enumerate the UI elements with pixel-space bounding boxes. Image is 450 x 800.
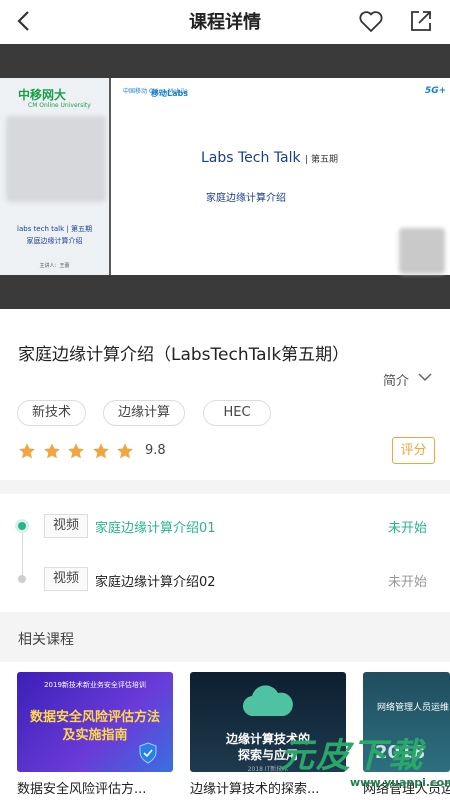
intro-toggle[interactable]: 简介 <box>383 370 409 389</box>
related-course-list: 2019新技术新业务安全评估培训 数据安全风险评估方法 及实施指南 数据安全风险… <box>0 670 450 800</box>
5g-badge: 5G+ <box>425 86 447 96</box>
lesson-type-tag: 视频 <box>44 567 88 591</box>
side-slide-line3: 主讲人：王蕾 <box>39 263 70 269</box>
shield-icon <box>139 742 157 764</box>
course-card-title[interactable]: 边缘计算技术的探索... <box>190 778 355 797</box>
qr-code <box>399 228 445 274</box>
thumb-title-line1: 数据安全风险评估方法 <box>29 710 160 725</box>
lesson-list: 视频 家庭边缘计算介绍01 未开始 视频 家庭边缘计算介绍02 未开始 <box>0 494 450 612</box>
video-player[interactable]: 中移网大 CM Online University labs tech talk… <box>0 44 450 309</box>
chevron-down-icon[interactable] <box>418 372 432 382</box>
timeline-dot <box>18 575 26 583</box>
course-card-title[interactable]: 数据安全风险评估方... <box>17 778 182 797</box>
thumb-caption: 2018 IT新技术 <box>247 766 289 772</box>
tag-item[interactable]: 新技术 <box>17 400 86 426</box>
timeline-dot-active <box>18 522 26 530</box>
rating-score: 9.8 <box>145 443 166 458</box>
course-card-title[interactable]: 网络管理人员运维优工 <box>363 778 450 797</box>
labs-logo: 移动Labs <box>151 89 188 98</box>
star-icon <box>68 443 84 459</box>
thumb-title-line2: 及实施指南 <box>62 728 128 743</box>
related-course-card[interactable]: 边缘计算技术的 探索与应用 2018 IT新技术 边缘计算技术的探索... <box>190 670 346 800</box>
section-divider <box>0 480 450 494</box>
video-frame: 中移网大 CM Online University labs tech talk… <box>0 78 450 275</box>
cloud-icon <box>242 685 293 717</box>
slide-subtitle: 家庭边缘计算介绍 <box>206 193 286 204</box>
star-icon <box>92 443 109 459</box>
course-title: 家庭边缘计算介绍（LabsTechTalk第五期） <box>18 345 350 365</box>
thumb-title-line1: 边缘计算技术的 <box>225 732 310 746</box>
blurred-photo <box>6 116 106 202</box>
lesson-status: 未开始 <box>388 575 428 590</box>
side-slide-line2: 家庭边缘计算介绍 <box>26 237 83 245</box>
lesson-title[interactable]: 家庭边缘计算介绍02 <box>95 571 216 590</box>
slide-title: Labs Tech Talk | 第五期 <box>201 150 338 166</box>
slide-title-text: Labs Tech Talk <box>201 150 301 166</box>
top-nav-bar: 课程详情 <box>0 0 450 44</box>
lesson-title[interactable]: 家庭边缘计算介绍01 <box>95 517 216 536</box>
slide-title-suffix: | 第五期 <box>305 155 338 165</box>
star-icon <box>117 443 133 459</box>
slide-side-panel: 中移网大 CM Online University labs tech talk… <box>0 78 111 275</box>
course-thumbnail[interactable]: 2019新技术新业务安全评估培训 数据安全风险评估方法 及实施指南 <box>17 672 173 772</box>
side-slide-line1: labs tech talk | 第五期 <box>17 225 92 233</box>
star-icon <box>43 443 60 459</box>
slide-main-panel: 中国移动 China Mobile 移动Labs 5G+ Labs Tech T… <box>113 78 450 275</box>
thumb-title-line1: 网络管理人员运维 <box>377 703 450 713</box>
cm-university-logo: 中移网大 <box>18 88 67 102</box>
thumb-title-line2: 探索与应用 <box>237 748 298 762</box>
star-icon <box>19 443 35 459</box>
related-course-card[interactable]: 网络管理人员运维 2018 网络管理人员运维优工 <box>363 670 450 800</box>
lesson-type-tag: 视频 <box>44 514 88 538</box>
course-thumbnail[interactable]: 网络管理人员运维 2018 <box>363 672 450 772</box>
share-external-icon[interactable] <box>406 6 436 36</box>
heart-outline-icon[interactable] <box>356 6 386 36</box>
timeline-line <box>22 524 23 580</box>
thumb-caption: 2019新技术新业务安全评估培训 <box>44 681 146 689</box>
related-course-card[interactable]: 2019新技术新业务安全评估培训 数据安全风险评估方法 及实施指南 数据安全风险… <box>17 670 173 800</box>
course-thumbnail[interactable]: 边缘计算技术的 探索与应用 2018 IT新技术 <box>190 672 346 772</box>
related-courses-heading: 相关课程 <box>18 632 74 648</box>
lesson-status: 未开始 <box>388 521 428 536</box>
tag-item[interactable]: HEC <box>203 400 271 426</box>
thumb-year: 2018 <box>375 742 426 763</box>
cm-university-logo-sub: CM Online University <box>28 102 91 109</box>
rate-button[interactable]: 评分 <box>392 437 435 464</box>
tag-item[interactable]: 边缘计算 <box>103 400 185 426</box>
